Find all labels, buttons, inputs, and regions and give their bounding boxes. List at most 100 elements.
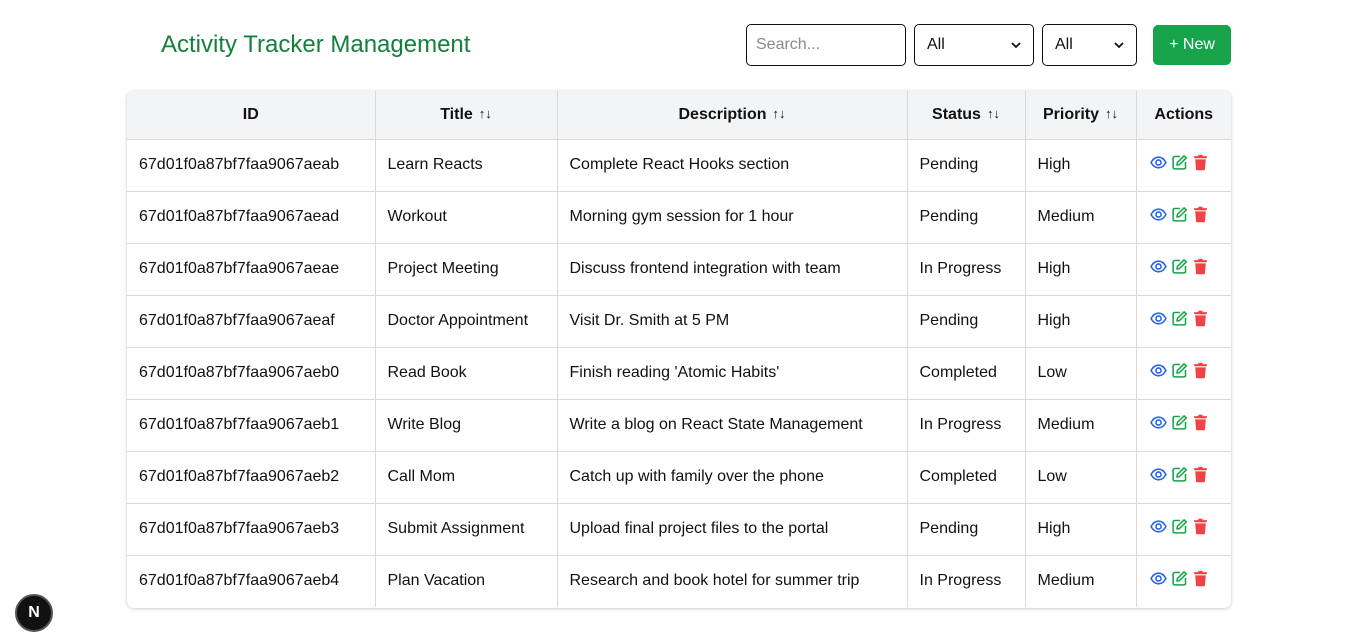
trash-icon: [1193, 206, 1207, 222]
edit-icon: [1171, 414, 1187, 430]
cell-status: Pending: [907, 503, 1026, 556]
trash-icon: [1193, 362, 1207, 378]
trash-icon: [1193, 258, 1207, 274]
table-row: 67d01f0a87bf7faa9067aeb1 Write Blog Write …: [127, 399, 1232, 452]
cell-title: Call Mom: [375, 451, 558, 504]
cell-id: 67d01f0a87bf7faa9067aeb0: [127, 347, 376, 400]
delete-button[interactable]: [1192, 258, 1209, 275]
chevron-down-icon: [1114, 42, 1124, 49]
sort-icon: ↑↓: [986, 105, 1000, 121]
view-button[interactable]: [1149, 518, 1167, 535]
table-header-row: ID Title ↑↓ Description ↑↓ Status ↑↓ Priori…: [127, 91, 1231, 140]
edit-button[interactable]: [1171, 310, 1188, 327]
cell-description: Catch up with family over the phone: [557, 451, 908, 504]
row-actions: [1149, 518, 1232, 535]
edit-icon: [1171, 154, 1187, 170]
row-actions: [1149, 154, 1232, 171]
cell-status: Pending: [907, 191, 1026, 244]
cell-priority: High: [1025, 243, 1137, 296]
eye-icon: [1149, 415, 1167, 429]
cell-priority: High: [1025, 139, 1137, 192]
edit-button[interactable]: [1171, 518, 1188, 535]
view-button[interactable]: [1149, 362, 1167, 379]
new-activity-button[interactable]: + New: [1153, 25, 1231, 65]
view-button[interactable]: [1149, 414, 1167, 431]
cell-status: In Progress: [907, 555, 1026, 607]
activity-table-card: ID Title ↑↓ Description ↑↓ Status ↑↓ Priori…: [127, 91, 1231, 608]
view-button[interactable]: [1149, 570, 1167, 587]
cell-title: Write Blog: [375, 399, 558, 452]
column-header-priority[interactable]: Priority ↑↓: [1025, 91, 1137, 140]
cell-title: Read Book: [375, 347, 558, 400]
status-filter-select[interactable]: All: [914, 24, 1034, 66]
view-button[interactable]: [1149, 310, 1167, 327]
cell-priority: High: [1025, 503, 1137, 556]
edit-icon: [1171, 518, 1187, 534]
column-header-description[interactable]: Description ↑↓: [557, 91, 908, 140]
cell-actions: [1136, 191, 1231, 244]
cell-priority: Medium: [1025, 399, 1137, 452]
eye-icon: [1149, 311, 1167, 325]
view-button[interactable]: [1149, 206, 1167, 223]
delete-button[interactable]: [1192, 310, 1209, 327]
cell-actions: [1136, 399, 1232, 452]
edit-icon: [1171, 362, 1187, 378]
edit-button[interactable]: [1171, 154, 1188, 171]
view-button[interactable]: [1149, 466, 1167, 483]
cell-title: Learn Reacts: [375, 139, 558, 192]
column-header-title[interactable]: Title ↑↓: [375, 91, 558, 140]
eye-icon: [1149, 519, 1167, 533]
cell-actions: [1136, 139, 1232, 192]
cell-id: 67d01f0a87bf7faa9067aeae: [127, 243, 376, 296]
trash-icon: [1193, 570, 1207, 587]
edit-icon: [1171, 206, 1187, 222]
delete-button[interactable]: [1192, 570, 1209, 587]
column-header-actions: Actions: [1136, 91, 1231, 140]
table-row: 67d01f0a87bf7faa9067aeaf Doctor Appointme…: [127, 295, 1231, 348]
edit-button[interactable]: [1171, 414, 1188, 431]
delete-button[interactable]: [1192, 154, 1209, 171]
edit-button[interactable]: [1171, 466, 1188, 483]
view-button[interactable]: [1149, 258, 1167, 275]
view-button[interactable]: [1149, 154, 1167, 171]
trash-icon: [1193, 154, 1207, 170]
cell-actions: [1136, 503, 1232, 556]
edit-icon: [1171, 570, 1187, 586]
cell-id: 67d01f0a87bf7faa9067aeb1: [127, 399, 376, 452]
edit-button[interactable]: [1171, 570, 1188, 587]
delete-button[interactable]: [1192, 362, 1209, 379]
cell-description: Research and book hotel for summer trip: [557, 555, 908, 607]
cell-description: Visit Dr. Smith at 5 PM: [557, 295, 908, 348]
table-row: 67d01f0a87bf7faa9067aeb2 Call Mom Catch up…: [127, 451, 1231, 504]
cell-description: Write a blog on React State Management: [557, 399, 908, 452]
cell-id: 67d01f0a87bf7faa9067aeb4: [127, 555, 376, 607]
sort-icon: ↑↓: [772, 105, 786, 121]
row-actions: [1149, 414, 1232, 431]
table-row: 67d01f0a87bf7faa9067aeae Project Meeting D…: [127, 243, 1231, 296]
edit-icon: [1171, 258, 1187, 274]
cell-id: 67d01f0a87bf7faa9067aeb2: [127, 451, 376, 504]
priority-filter-select[interactable]: All: [1042, 24, 1137, 66]
table-row: 67d01f0a87bf7faa9067aead Workout Morning g…: [127, 191, 1231, 244]
delete-button[interactable]: [1192, 414, 1209, 431]
search-input[interactable]: [746, 24, 906, 66]
cell-status: Completed: [907, 347, 1026, 400]
edit-button[interactable]: [1171, 258, 1188, 275]
eye-icon: [1149, 259, 1167, 273]
trash-icon: [1193, 414, 1207, 430]
sort-icon: ↑↓: [478, 105, 492, 121]
cell-status: In Progress: [907, 399, 1026, 452]
delete-button[interactable]: [1192, 518, 1209, 535]
edit-icon: [1171, 310, 1187, 326]
cell-title: Doctor Appointment: [375, 295, 558, 348]
sort-icon: ↑↓: [1105, 105, 1118, 121]
column-header-status[interactable]: Status ↑↓: [907, 91, 1026, 140]
edit-button[interactable]: [1171, 362, 1188, 379]
delete-button[interactable]: [1192, 466, 1209, 483]
cell-id: 67d01f0a87bf7faa9067aeb3: [127, 503, 376, 556]
cell-id: 67d01f0a87bf7faa9067aeab: [127, 139, 376, 192]
cell-priority: Low: [1025, 451, 1137, 504]
edit-button[interactable]: [1171, 206, 1188, 223]
nextjs-logo-icon[interactable]: N: [15, 594, 53, 632]
delete-button[interactable]: [1192, 206, 1209, 223]
